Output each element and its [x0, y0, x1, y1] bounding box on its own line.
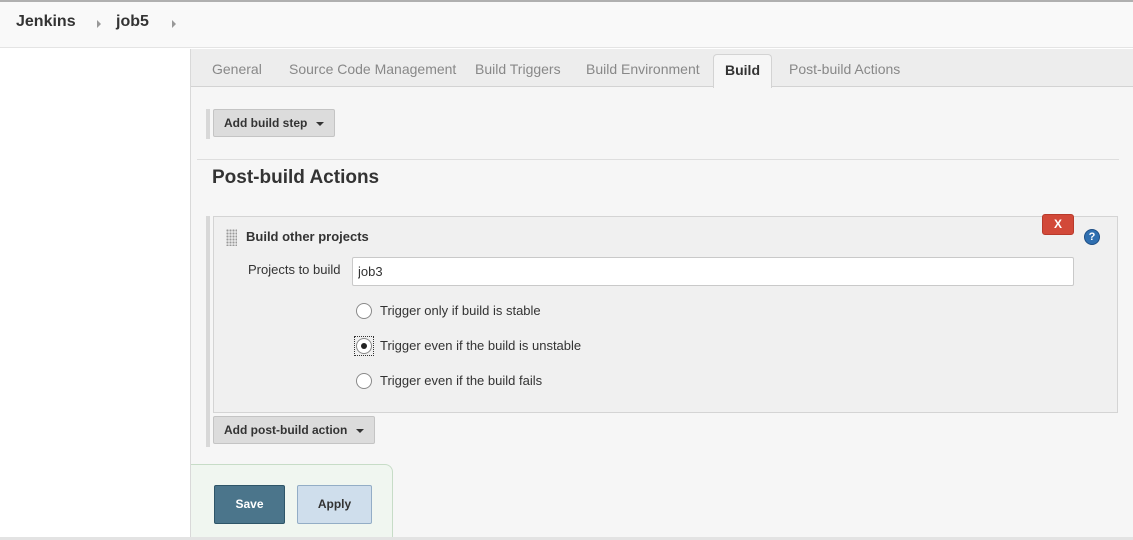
section-divider — [197, 159, 1119, 160]
tab-post-build-actions[interactable]: Post-build Actions — [789, 61, 900, 77]
breadcrumb-jenkins[interactable]: Jenkins — [16, 13, 76, 31]
panel-title: Build other projects — [246, 229, 369, 244]
trigger-stable-label: Trigger only if build is stable — [380, 303, 541, 318]
projects-to-build-label: Projects to build — [248, 262, 341, 277]
tab-source-code-management[interactable]: Source Code Management — [289, 61, 456, 77]
tab-build-triggers[interactable]: Build Triggers — [475, 61, 561, 77]
add-post-build-action-button[interactable]: Add post-build action — [213, 416, 376, 444]
projects-to-build-input[interactable] — [352, 257, 1074, 286]
radio-stable[interactable] — [356, 303, 372, 319]
save-button[interactable]: Save — [214, 485, 285, 524]
breadcrumb-job5[interactable]: job5 — [116, 13, 149, 31]
radio-fails[interactable] — [356, 373, 372, 389]
tab-build[interactable]: Build — [713, 54, 772, 88]
tab-build-environment[interactable]: Build Environment — [586, 61, 700, 77]
config-main: General Source Code Management Build Tri… — [190, 49, 1133, 539]
tab-general[interactable]: General — [212, 61, 262, 77]
chevron-down-icon — [316, 121, 325, 126]
section-indicator — [206, 109, 210, 139]
sidebar — [0, 49, 190, 540]
breadcrumb-arrow-icon[interactable] — [97, 20, 101, 28]
help-icon[interactable]: ? — [1084, 229, 1100, 245]
config-tabbar: General Source Code Management Build Tri… — [191, 49, 1133, 88]
add-build-step-label: Add build step — [224, 116, 308, 130]
radio-unstable[interactable] — [356, 338, 372, 354]
trigger-fails-label: Trigger even if the build fails — [380, 373, 543, 388]
build-other-projects-panel: Build other projects X ? Projects to bui… — [213, 214, 1118, 413]
trigger-unstable-label: Trigger even if the build is unstable — [380, 338, 582, 353]
form-buttons-bar: Save Apply — [191, 464, 393, 539]
delete-button[interactable]: X — [1042, 214, 1074, 235]
add-post-build-action-label: Add post-build action — [224, 423, 348, 437]
post-build-title: Post-build Actions — [212, 167, 380, 188]
section-indicator — [206, 216, 210, 447]
breadcrumb-arrow-icon[interactable] — [172, 20, 176, 28]
add-build-step-button[interactable]: Add build step — [213, 109, 336, 137]
breadcrumb: Jenkins job5 — [0, 2, 1133, 48]
apply-button[interactable]: Apply — [297, 485, 372, 524]
drag-handle-icon[interactable] — [226, 229, 237, 246]
chevron-down-icon — [356, 428, 365, 433]
